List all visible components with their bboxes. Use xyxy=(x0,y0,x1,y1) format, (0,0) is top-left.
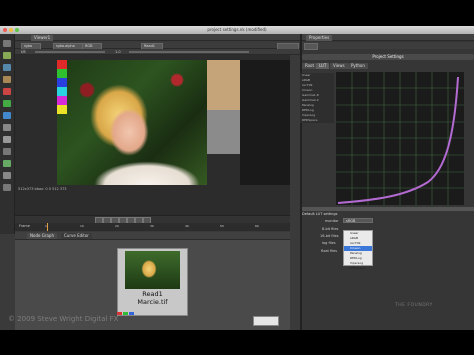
max-panels-field[interactable] xyxy=(304,43,318,50)
views-tool-icon[interactable] xyxy=(3,160,11,167)
color-swatches xyxy=(57,60,67,115)
16bit-files-label: 16-bit files xyxy=(320,234,339,238)
node-channel-blue xyxy=(129,312,134,315)
copyright-watermark: © 2009 Steve Wright Digital FX xyxy=(8,315,119,323)
monitor-select[interactable]: sRGB xyxy=(343,218,373,223)
gray-chip xyxy=(207,110,240,154)
tab-curve-editor[interactable]: Curve Editor xyxy=(61,233,92,239)
tab-root[interactable]: Root xyxy=(302,63,318,69)
read-node-label: Read1 Marcie.tif xyxy=(117,290,188,306)
lut-curve-svg xyxy=(336,72,464,205)
channel-tool-icon[interactable] xyxy=(3,76,11,83)
filter-tool-icon[interactable] xyxy=(3,100,11,107)
node-toolbar xyxy=(0,34,15,234)
timeline[interactable]: Frame 1 10 20 30 40 50 60 xyxy=(15,223,290,231)
read-node-file: Marcie.tif xyxy=(137,298,168,306)
3d-tool-icon[interactable] xyxy=(3,148,11,155)
gain-slider[interactable] xyxy=(35,51,105,53)
tab-views[interactable]: Views xyxy=(330,63,348,69)
green-swatch xyxy=(57,69,67,78)
red-swatch xyxy=(57,60,67,69)
lut-curve-graph[interactable] xyxy=(336,72,464,205)
viewer-info: 512x373 bbox: 0 0 512 373 xyxy=(18,187,67,191)
merge-tool-icon[interactable] xyxy=(3,124,11,131)
blue-swatch xyxy=(57,78,67,87)
other-tool-icon[interactable] xyxy=(3,184,11,191)
timeline-tick: 10 xyxy=(80,224,84,228)
node-channel-green xyxy=(123,312,128,315)
graph-scrollbar[interactable] xyxy=(302,207,474,211)
viewer-controls-row1: rgba rgba.alpha RGB Read1 xyxy=(15,42,300,50)
lut-curve[interactable] xyxy=(337,76,459,204)
panel-tabs: Root LUT Views Python xyxy=(302,62,474,70)
magenta-swatch xyxy=(57,96,67,105)
log-files-label: log files xyxy=(322,241,336,245)
timeline-tick: 50 xyxy=(220,224,224,228)
timeline-label: Frame xyxy=(19,224,30,228)
foundry-logo: THE FOUNDRY xyxy=(395,303,433,308)
read-node-thumbnail xyxy=(125,251,180,289)
panel-title-bar: Project Settings xyxy=(302,54,474,60)
keyer-tool-icon[interactable] xyxy=(3,112,11,119)
viewer-background xyxy=(240,60,290,185)
window-title: project settings.nk (modified) xyxy=(207,27,267,32)
lut-list[interactable]: linear sRGB rec709 Cineon Gamma1.8 Gamma… xyxy=(300,73,334,123)
skin-tone-chip xyxy=(207,60,240,110)
viewer-image xyxy=(57,60,207,185)
viewer-tabbar: Viewer1 xyxy=(15,34,300,41)
menu-item-redspace[interactable]: REDSpace xyxy=(344,266,372,271)
metadata-tool-icon[interactable] xyxy=(3,172,11,179)
gamma-slider[interactable] xyxy=(129,51,249,53)
properties-tabbar: Properties xyxy=(302,34,474,41)
lut-dropdown-menu[interactable]: linear sRGB rec709 Cineon Panalog REDLog… xyxy=(343,230,373,270)
navigator-box[interactable] xyxy=(253,316,279,326)
properties-toolbar xyxy=(302,42,474,50)
cyan-swatch xyxy=(57,87,67,96)
tab-node-graph[interactable]: Node Graph xyxy=(27,233,57,239)
window-titlebar: project settings.nk (modified) xyxy=(0,26,474,34)
timeline-tick: 40 xyxy=(185,224,189,228)
default-lut-label: Default LUT settings xyxy=(302,212,338,216)
monitor-label: monitor xyxy=(325,219,339,223)
draw-tool-icon[interactable] xyxy=(3,52,11,59)
tab-python[interactable]: Python xyxy=(348,63,368,69)
tab-properties[interactable]: Properties xyxy=(306,35,333,41)
tab-viewer1[interactable]: Viewer1 xyxy=(31,35,54,41)
graph-grid xyxy=(336,72,464,205)
node-graph-tabbar: Node Graph Curve Editor xyxy=(15,232,290,240)
timeline-tick: 60 xyxy=(255,224,259,228)
timeline-tick: 20 xyxy=(115,224,119,228)
color-tool-icon[interactable] xyxy=(3,88,11,95)
timeline-tick: 30 xyxy=(150,224,154,228)
read-node-name: Read1 xyxy=(142,290,163,298)
playhead[interactable] xyxy=(47,223,48,231)
tab-lut[interactable]: LUT xyxy=(316,63,330,69)
transform-tool-icon[interactable] xyxy=(3,136,11,143)
float-files-label: float files xyxy=(321,249,338,253)
yellow-swatch xyxy=(57,105,67,114)
image-tool-icon[interactable] xyxy=(3,40,11,47)
lut-list-item[interactable]: REDSpace xyxy=(300,118,334,123)
playback-controls xyxy=(15,215,290,224)
8bit-files-label: 8-bit files xyxy=(322,227,339,231)
letterbox-bottom xyxy=(0,330,474,355)
time-tool-icon[interactable] xyxy=(3,64,11,71)
